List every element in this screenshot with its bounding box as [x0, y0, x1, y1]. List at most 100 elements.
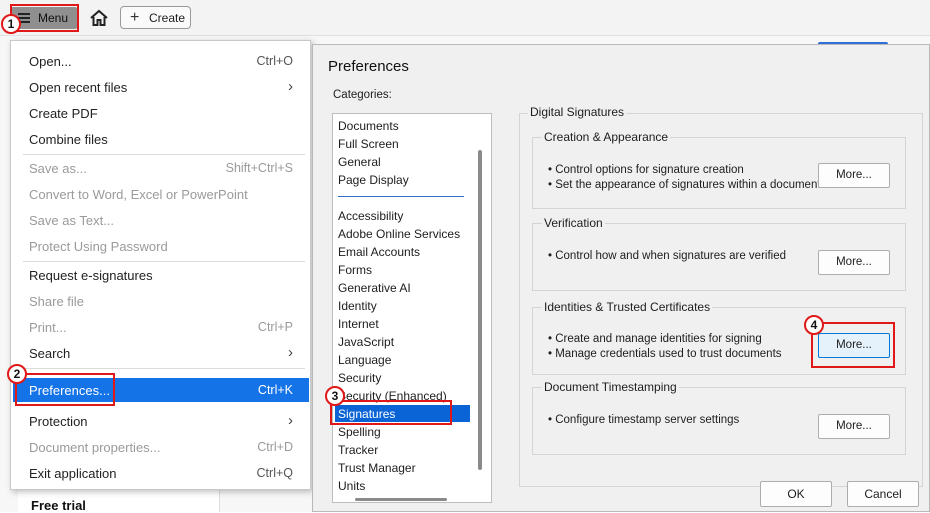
menu-item-label: Save as...: [29, 161, 87, 176]
menu-item-share-file[interactable]: Share file: [13, 289, 309, 313]
category-label: Forms: [338, 263, 372, 277]
menu-item-open[interactable]: Open... Ctrl+O: [13, 49, 309, 73]
creation-more-button[interactable]: More...: [818, 163, 890, 188]
category-item[interactable]: JavaScript: [335, 333, 470, 350]
category-label: Full Screen: [338, 137, 399, 151]
preferences-dialog: Preferences Categories: Documents Full S…: [312, 44, 930, 512]
menu-item-label: Request e-signatures: [29, 268, 153, 283]
category-label: Accessibility: [338, 209, 404, 223]
menu-item-document-properties[interactable]: Document properties... Ctrl+D: [13, 435, 309, 459]
categories-label: Categories:: [333, 89, 392, 101]
creation-bullet-1: • Control options for signature creation: [548, 164, 744, 176]
menu-item-convert[interactable]: Convert to Word, Excel or PowerPoint: [13, 182, 309, 206]
menu-item-shortcut: Ctrl+K: [257, 383, 293, 397]
category-label: Documents: [338, 119, 399, 133]
menu-item-protect-password[interactable]: Protect Using Password: [13, 234, 309, 258]
category-item[interactable]: Security: [335, 369, 470, 386]
menu-item-shortcut: Ctrl+D: [257, 440, 293, 454]
menu-item-save-as[interactable]: Save as... Shift+Ctrl+S: [13, 156, 309, 180]
category-divider: [338, 196, 464, 197]
free-trial-link[interactable]: Free trial: [31, 498, 86, 513]
category-item[interactable]: Language: [335, 351, 470, 368]
category-item[interactable]: General: [335, 153, 470, 170]
menu-item-open-recent[interactable]: Open recent files ›: [13, 75, 309, 99]
menu-item-label: Print...: [29, 320, 67, 335]
category-label: Page Display: [338, 173, 409, 187]
category-label: Email Accounts: [338, 245, 421, 259]
vertical-scrollbar[interactable]: [478, 150, 482, 470]
plus-icon: +: [130, 9, 140, 26]
menu-item-shortcut: Ctrl+Q: [256, 466, 293, 480]
category-item[interactable]: Forms: [335, 261, 470, 278]
chevron-right-icon: ›: [288, 78, 293, 95]
menu-divider: [23, 368, 305, 369]
menu-item-protection[interactable]: Protection ›: [13, 409, 309, 433]
category-label: Tracker: [338, 443, 379, 457]
menu-item-save-as-text[interactable]: Save as Text...: [13, 208, 309, 232]
category-item[interactable]: Internet: [335, 315, 470, 332]
step-badge-2: 2: [7, 364, 27, 384]
menu-item-create-pdf[interactable]: Create PDF: [13, 101, 309, 125]
highlight-identities-more: [811, 322, 895, 368]
step-badge-1: 1: [1, 14, 21, 34]
category-label: Spelling: [338, 425, 381, 439]
category-label: Adobe Online Services: [338, 227, 461, 241]
category-label: Trust Manager: [338, 461, 416, 475]
menu-item-request-esignatures[interactable]: Request e-signatures: [13, 263, 309, 287]
create-button[interactable]: + Create: [120, 6, 191, 29]
menu-item-label: Search: [29, 346, 71, 361]
ok-button[interactable]: OK: [760, 481, 832, 507]
home-button[interactable]: [86, 6, 112, 30]
step-badge-3: 3: [325, 386, 345, 406]
category-label: Identity: [338, 299, 377, 313]
menu-item-label: Create PDF: [29, 106, 98, 121]
menu-item-print[interactable]: Print... Ctrl+P: [13, 315, 309, 339]
categories-list[interactable]: Documents Full Screen General Page Displ…: [332, 113, 492, 503]
category-item[interactable]: Documents: [335, 117, 470, 134]
cancel-button[interactable]: Cancel: [847, 481, 919, 507]
category-item[interactable]: Page Display: [335, 171, 470, 188]
category-item[interactable]: Identity: [335, 297, 470, 314]
menu-item-shortcut: Shift+Ctrl+S: [225, 161, 293, 175]
menu-item-label: Open recent files: [29, 80, 128, 95]
chevron-right-icon: ›: [288, 412, 293, 429]
creation-bullet-2: • Set the appearance of signatures withi…: [548, 179, 821, 191]
menu-item-label: Convert to Word, Excel or PowerPoint: [29, 187, 248, 202]
timestamping-more-button[interactable]: More...: [818, 414, 890, 439]
category-item[interactable]: Tracker: [335, 441, 470, 458]
category-item[interactable]: Units: [335, 477, 470, 494]
menu-item-search[interactable]: Search ›: [13, 341, 309, 365]
category-item[interactable]: Full Screen: [335, 135, 470, 152]
menu-item-label: Save as Text...: [29, 213, 115, 228]
category-item[interactable]: Adobe Online Services: [335, 225, 470, 242]
category-label: General: [338, 155, 381, 169]
home-icon: [90, 9, 108, 26]
identities-bullet-2: • Manage credentials used to trust docum…: [548, 348, 782, 360]
category-label: Internet: [338, 317, 379, 331]
category-label: Language: [338, 353, 392, 367]
category-item[interactable]: Spelling: [335, 423, 470, 440]
menu-item-shortcut: Ctrl+P: [257, 320, 293, 334]
timestamping-title: Document Timestamping: [542, 380, 679, 394]
menu-item-label: Open...: [29, 54, 72, 69]
highlight-menu-button: [10, 4, 79, 32]
category-item[interactable]: Accessibility: [335, 207, 470, 224]
dialog-title: Preferences: [328, 58, 409, 75]
category-item[interactable]: Trust Manager: [335, 459, 470, 476]
category-item[interactable]: Email Accounts: [335, 243, 470, 260]
menu-item-label: Share file: [29, 294, 84, 309]
menu-item-exit-application[interactable]: Exit application Ctrl+Q: [13, 461, 309, 485]
identities-title: Identities & Trusted Certificates: [542, 300, 713, 314]
menu-divider: [23, 154, 305, 155]
highlight-signatures: [330, 400, 452, 425]
top-toolbar: Menu + Create: [0, 0, 930, 36]
menu-divider: [23, 261, 305, 262]
category-label: JavaScript: [338, 335, 395, 349]
menu-item-label: Protection: [29, 414, 88, 429]
menu-item-combine-files[interactable]: Combine files: [13, 127, 309, 151]
create-button-label: Create: [149, 11, 186, 25]
category-item[interactable]: Generative AI: [335, 279, 470, 296]
menu-item-label: Combine files: [29, 132, 108, 147]
horizontal-scrollbar[interactable]: [355, 498, 447, 501]
verification-more-button[interactable]: More...: [818, 250, 890, 275]
